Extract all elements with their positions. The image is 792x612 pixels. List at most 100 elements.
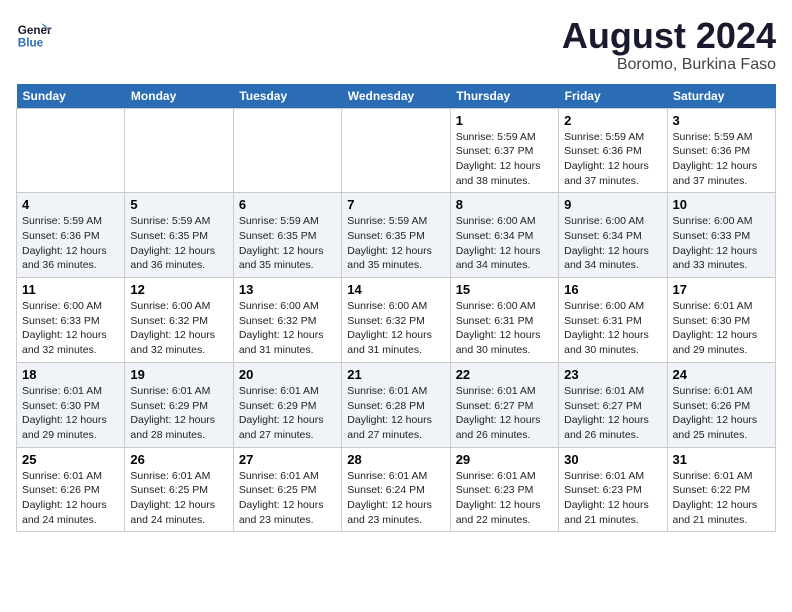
day-number: 23 xyxy=(564,367,661,382)
calendar-cell: 13 Sunrise: 6:00 AMSunset: 6:32 PMDayligh… xyxy=(233,278,341,363)
calendar-cell: 23 Sunrise: 6:01 AMSunset: 6:27 PMDayligh… xyxy=(559,362,667,447)
weekday-header-monday: Monday xyxy=(125,84,233,109)
day-number: 25 xyxy=(22,452,119,467)
calendar-cell: 30 Sunrise: 6:01 AMSunset: 6:23 PMDayligh… xyxy=(559,447,667,532)
day-number: 17 xyxy=(673,282,770,297)
calendar-cell: 29 Sunrise: 6:01 AMSunset: 6:23 PMDayligh… xyxy=(450,447,558,532)
day-detail: Sunrise: 6:01 AMSunset: 6:25 PMDaylight:… xyxy=(239,469,336,528)
day-number: 3 xyxy=(673,113,770,128)
day-detail: Sunrise: 6:00 AMSunset: 6:33 PMDaylight:… xyxy=(22,299,119,358)
day-number: 14 xyxy=(347,282,444,297)
day-detail: Sunrise: 6:00 AMSunset: 6:32 PMDaylight:… xyxy=(347,299,444,358)
calendar-cell: 4Sunrise: 5:59 AMSunset: 6:36 PMDaylight… xyxy=(17,193,125,278)
day-detail: Sunrise: 6:00 AMSunset: 6:33 PMDaylight:… xyxy=(673,214,770,273)
calendar-cell: 22 Sunrise: 6:01 AMSunset: 6:27 PMDayligh… xyxy=(450,362,558,447)
calendar-cell xyxy=(17,108,125,193)
calendar-cell: 9Sunrise: 6:00 AMSunset: 6:34 PMDaylight… xyxy=(559,193,667,278)
day-detail: Sunrise: 6:01 AMSunset: 6:30 PMDaylight:… xyxy=(22,384,119,443)
title-block: August 2024 Boromo, Burkina Faso xyxy=(562,16,776,74)
day-number: 8 xyxy=(456,197,553,212)
calendar-week-5: 25 Sunrise: 6:01 AMSunset: 6:26 PMDayligh… xyxy=(17,447,776,532)
calendar-cell: 1 Sunrise: 5:59 AMSunset: 6:37 PMDaylight… xyxy=(450,108,558,193)
day-number: 22 xyxy=(456,367,553,382)
day-number: 15 xyxy=(456,282,553,297)
calendar-cell: 10 Sunrise: 6:00 AMSunset: 6:33 PMDayligh… xyxy=(667,193,775,278)
day-detail: Sunrise: 5:59 AMSunset: 6:35 PMDaylight:… xyxy=(239,214,336,273)
day-number: 1 xyxy=(456,113,553,128)
day-number: 29 xyxy=(456,452,553,467)
day-number: 11 xyxy=(22,282,119,297)
calendar-cell: 11 Sunrise: 6:00 AMSunset: 6:33 PMDayligh… xyxy=(17,278,125,363)
calendar-week-2: 4Sunrise: 5:59 AMSunset: 6:36 PMDaylight… xyxy=(17,193,776,278)
day-number: 26 xyxy=(130,452,227,467)
calendar-cell: 21 Sunrise: 6:01 AMSunset: 6:28 PMDayligh… xyxy=(342,362,450,447)
weekday-header-saturday: Saturday xyxy=(667,84,775,109)
calendar-cell: 14 Sunrise: 6:00 AMSunset: 6:32 PMDayligh… xyxy=(342,278,450,363)
day-detail: Sunrise: 6:00 AMSunset: 6:31 PMDaylight:… xyxy=(564,299,661,358)
day-number: 4 xyxy=(22,197,119,212)
day-number: 30 xyxy=(564,452,661,467)
day-detail: Sunrise: 6:01 AMSunset: 6:29 PMDaylight:… xyxy=(130,384,227,443)
svg-text:Blue: Blue xyxy=(18,37,44,50)
calendar-cell: 16Sunrise: 6:00 AMSunset: 6:31 PMDayligh… xyxy=(559,278,667,363)
day-detail: Sunrise: 6:00 AMSunset: 6:32 PMDaylight:… xyxy=(239,299,336,358)
day-detail: Sunrise: 5:59 AMSunset: 6:36 PMDaylight:… xyxy=(673,130,770,189)
day-number: 10 xyxy=(673,197,770,212)
calendar-week-4: 18 Sunrise: 6:01 AMSunset: 6:30 PMDayligh… xyxy=(17,362,776,447)
month-title: August 2024 xyxy=(562,16,776,56)
day-number: 5 xyxy=(130,197,227,212)
day-detail: Sunrise: 5:59 AMSunset: 6:35 PMDaylight:… xyxy=(130,214,227,273)
day-number: 20 xyxy=(239,367,336,382)
weekday-header-row: SundayMondayTuesdayWednesdayThursdayFrid… xyxy=(17,84,776,109)
svg-text:General: General xyxy=(18,24,52,37)
weekday-header-sunday: Sunday xyxy=(17,84,125,109)
calendar-table: SundayMondayTuesdayWednesdayThursdayFrid… xyxy=(16,84,776,533)
weekday-header-wednesday: Wednesday xyxy=(342,84,450,109)
day-number: 19 xyxy=(130,367,227,382)
calendar-cell: 31 Sunrise: 6:01 AMSunset: 6:22 PMDayligh… xyxy=(667,447,775,532)
day-number: 28 xyxy=(347,452,444,467)
day-number: 27 xyxy=(239,452,336,467)
day-detail: Sunrise: 5:59 AMSunset: 6:37 PMDaylight:… xyxy=(456,130,553,189)
day-detail: Sunrise: 5:59 AMSunset: 6:36 PMDaylight:… xyxy=(564,130,661,189)
calendar-cell: 15 Sunrise: 6:00 AMSunset: 6:31 PMDayligh… xyxy=(450,278,558,363)
day-number: 6 xyxy=(239,197,336,212)
calendar-cell: 28 Sunrise: 6:01 AMSunset: 6:24 PMDayligh… xyxy=(342,447,450,532)
location: Boromo, Burkina Faso xyxy=(562,56,776,74)
calendar-cell: 25 Sunrise: 6:01 AMSunset: 6:26 PMDayligh… xyxy=(17,447,125,532)
calendar-cell xyxy=(233,108,341,193)
weekday-header-tuesday: Tuesday xyxy=(233,84,341,109)
page-header: General Blue August 2024 Boromo, Burkina… xyxy=(16,16,776,74)
day-detail: Sunrise: 5:59 AMSunset: 6:35 PMDaylight:… xyxy=(347,214,444,273)
day-number: 12 xyxy=(130,282,227,297)
calendar-cell: 6 Sunrise: 5:59 AMSunset: 6:35 PMDaylight… xyxy=(233,193,341,278)
calendar-cell: 3 Sunrise: 5:59 AMSunset: 6:36 PMDaylight… xyxy=(667,108,775,193)
day-detail: Sunrise: 6:01 AMSunset: 6:27 PMDaylight:… xyxy=(564,384,661,443)
day-detail: Sunrise: 6:01 AMSunset: 6:29 PMDaylight:… xyxy=(239,384,336,443)
day-detail: Sunrise: 6:01 AMSunset: 6:27 PMDaylight:… xyxy=(456,384,553,443)
day-detail: Sunrise: 6:01 AMSunset: 6:26 PMDaylight:… xyxy=(22,469,119,528)
day-number: 2 xyxy=(564,113,661,128)
calendar-cell: 24Sunrise: 6:01 AMSunset: 6:26 PMDayligh… xyxy=(667,362,775,447)
day-detail: Sunrise: 6:00 AMSunset: 6:34 PMDaylight:… xyxy=(564,214,661,273)
day-number: 21 xyxy=(347,367,444,382)
day-number: 31 xyxy=(673,452,770,467)
day-number: 18 xyxy=(22,367,119,382)
day-detail: Sunrise: 6:01 AMSunset: 6:24 PMDaylight:… xyxy=(347,469,444,528)
day-detail: Sunrise: 6:01 AMSunset: 6:23 PMDaylight:… xyxy=(564,469,661,528)
calendar-cell xyxy=(342,108,450,193)
calendar-cell: 26 Sunrise: 6:01 AMSunset: 6:25 PMDayligh… xyxy=(125,447,233,532)
day-detail: Sunrise: 6:01 AMSunset: 6:30 PMDaylight:… xyxy=(673,299,770,358)
calendar-cell: 19 Sunrise: 6:01 AMSunset: 6:29 PMDayligh… xyxy=(125,362,233,447)
day-detail: Sunrise: 6:00 AMSunset: 6:31 PMDaylight:… xyxy=(456,299,553,358)
calendar-cell xyxy=(125,108,233,193)
calendar-cell: 12Sunrise: 6:00 AMSunset: 6:32 PMDayligh… xyxy=(125,278,233,363)
day-detail: Sunrise: 6:01 AMSunset: 6:22 PMDaylight:… xyxy=(673,469,770,528)
calendar-week-1: 1 Sunrise: 5:59 AMSunset: 6:37 PMDaylight… xyxy=(17,108,776,193)
day-detail: Sunrise: 6:01 AMSunset: 6:28 PMDaylight:… xyxy=(347,384,444,443)
day-detail: Sunrise: 6:01 AMSunset: 6:25 PMDaylight:… xyxy=(130,469,227,528)
calendar-week-3: 11 Sunrise: 6:00 AMSunset: 6:33 PMDayligh… xyxy=(17,278,776,363)
day-number: 13 xyxy=(239,282,336,297)
day-detail: Sunrise: 6:01 AMSunset: 6:23 PMDaylight:… xyxy=(456,469,553,528)
day-detail: Sunrise: 6:00 AMSunset: 6:34 PMDaylight:… xyxy=(456,214,553,273)
